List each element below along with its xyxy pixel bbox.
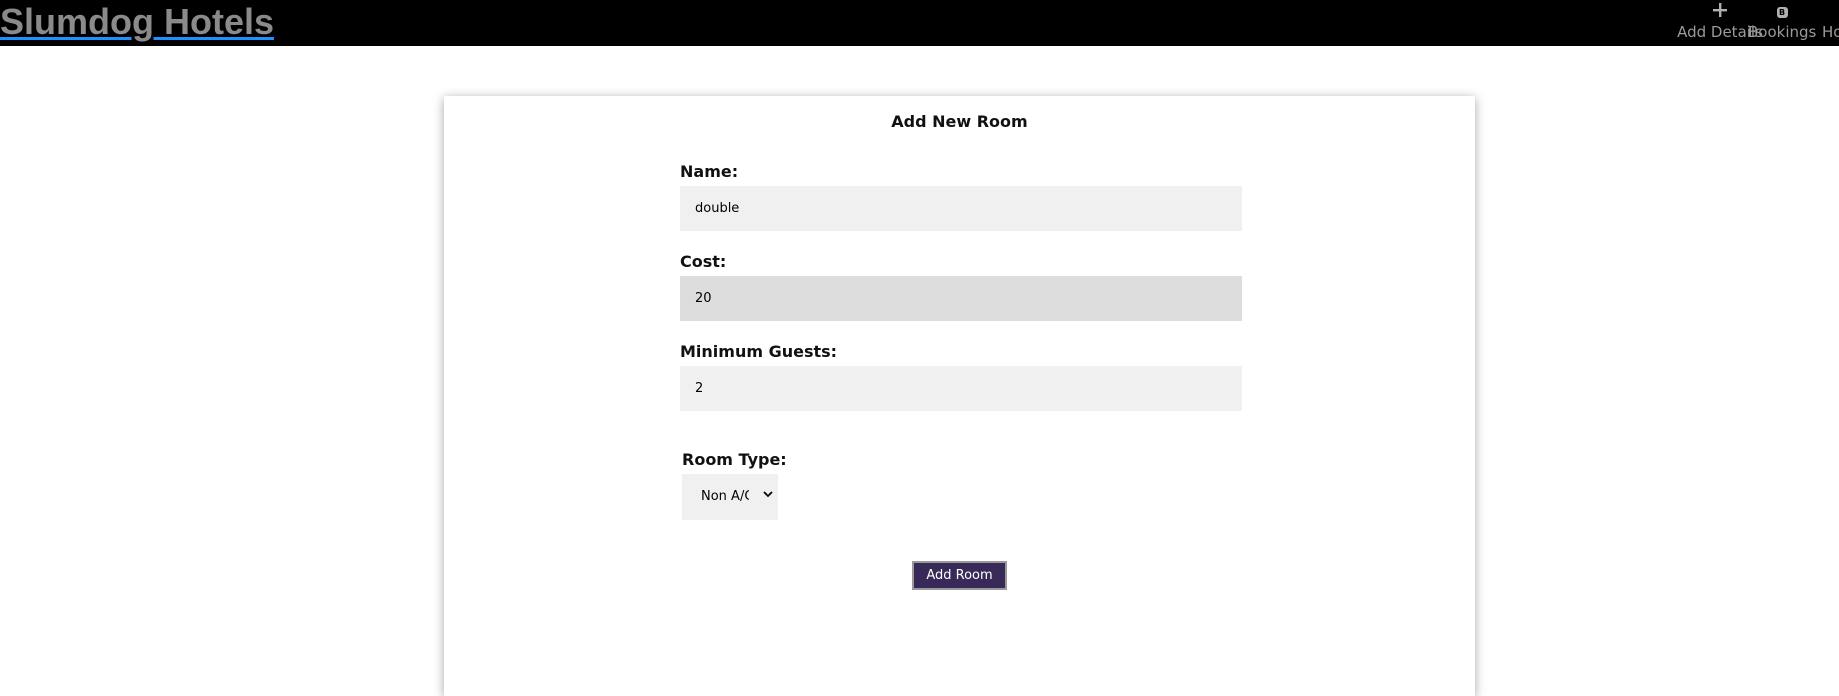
bookings-icon: B xyxy=(1748,1,1816,19)
add-room-card: Add New Room Name: Cost: Minimum Guests:… xyxy=(444,96,1475,696)
cost-label: Cost: xyxy=(680,252,727,271)
minimum-guests-input[interactable] xyxy=(680,366,1242,411)
nav-home[interactable]: Ho xyxy=(1822,0,1839,46)
nav-bookings-label: Bookings xyxy=(1748,23,1817,41)
top-navbar: Slumdog Hotels Add Details B Bookings Ho xyxy=(0,0,1839,46)
name-input[interactable] xyxy=(680,186,1242,231)
form-title: Add New Room xyxy=(891,112,1028,131)
brand-logo-link[interactable]: Slumdog Hotels xyxy=(0,2,274,42)
minimum-guests-label: Minimum Guests: xyxy=(680,342,838,361)
name-label: Name: xyxy=(680,162,739,181)
cost-input[interactable] xyxy=(680,276,1242,321)
nav-home-label: Ho xyxy=(1822,23,1839,41)
room-type-select[interactable]: Non A/C xyxy=(682,474,778,520)
home-icon xyxy=(1822,1,1839,19)
nav-bookings[interactable]: B Bookings xyxy=(1748,0,1816,46)
add-room-button[interactable]: Add Room xyxy=(912,561,1007,590)
room-type-selected-value: Non A/C xyxy=(701,489,749,504)
chevron-down-icon xyxy=(763,491,773,498)
room-type-label: Room Type: xyxy=(682,450,787,469)
